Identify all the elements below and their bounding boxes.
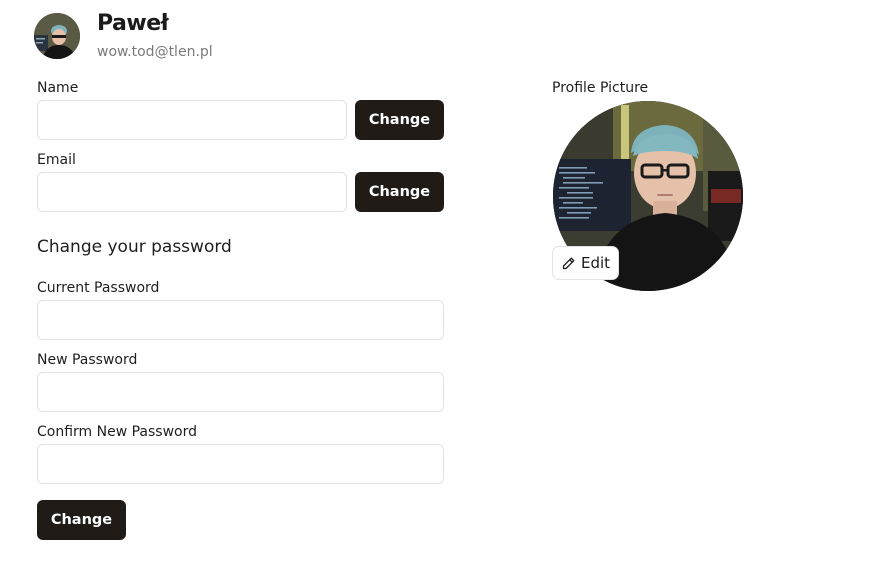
confirm-password-field[interactable]	[37, 444, 444, 484]
current-password-field[interactable]	[37, 300, 444, 340]
password-section-title: Change your password	[37, 237, 232, 257]
pencil-icon	[562, 257, 575, 269]
name-field[interactable]	[37, 100, 347, 140]
current-password-label: Current Password	[37, 280, 160, 296]
name-label: Name	[37, 80, 79, 96]
new-password-field[interactable]	[37, 372, 444, 412]
change-email-button[interactable]: Change	[355, 172, 444, 212]
account-settings-page: Paweł wow.tod@tlen.pl Name Change Email …	[0, 0, 891, 579]
change-password-button[interactable]: Change	[37, 500, 126, 540]
email-label: Email	[37, 152, 76, 168]
avatar	[34, 13, 80, 59]
edit-profile-picture-button[interactable]: Edit	[552, 246, 619, 280]
email-field[interactable]	[37, 172, 347, 212]
edit-label: Edit	[580, 254, 611, 272]
user-header: Paweł wow.tod@tlen.pl	[34, 12, 213, 60]
user-email: wow.tod@tlen.pl	[97, 44, 213, 60]
confirm-password-label: Confirm New Password	[37, 424, 198, 440]
profile-picture-label: Profile Picture	[552, 80, 649, 96]
user-name: Paweł	[97, 11, 169, 36]
new-password-label: New Password	[37, 352, 138, 368]
avatar-photo	[34, 13, 80, 59]
change-name-button[interactable]: Change	[355, 100, 444, 140]
